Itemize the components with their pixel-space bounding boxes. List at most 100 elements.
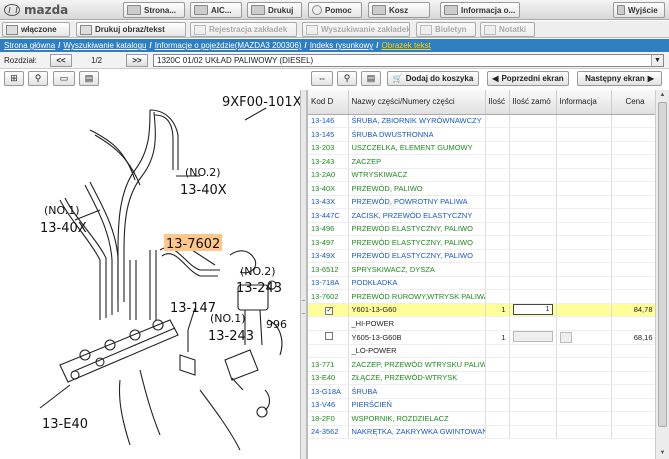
order-qty-input[interactable]: 1	[512, 304, 553, 316]
row-code[interactable]: 13-447C	[308, 208, 349, 223]
row-name[interactable]: _HI-POWER	[348, 316, 486, 331]
add-to-cart-button[interactable]: 🛒 Dodaj do koszyka	[387, 71, 479, 86]
label-996[interactable]: 996	[266, 318, 287, 331]
row-name[interactable]: ZACISK, PRZEWÓD ELASTYCZNY	[348, 208, 486, 223]
prev-section-button[interactable]: <<	[50, 54, 72, 67]
print-diagram-icon[interactable]: ▤	[79, 71, 99, 86]
col-price[interactable]: Cena	[611, 90, 657, 115]
table-row[interactable]: 13-146 ŚRUBA, ZBIORNIK WYRÓWNAWCZY	[308, 114, 657, 128]
row-name[interactable]: PRZEWÓD ELASTYCZNY, PALIWO	[348, 222, 486, 236]
parts-diagram[interactable]: 9XF00-101X (NO.2) 13-40X (NO.1) 13-40X 1…	[0, 90, 300, 459]
row-name[interactable]: ŚRUBA	[348, 384, 486, 399]
col-qty[interactable]: Ilość	[485, 90, 510, 115]
table-row[interactable]: 13-V46 PIERŚCIEŃ	[308, 398, 657, 412]
row-name[interactable]: PRZEWÓD ELASTYCZNY, PALIWO	[348, 235, 486, 250]
row-code[interactable]: 13-6512	[308, 262, 349, 277]
table-row[interactable]: 13-203 USZCZELKA, ELEMENT GUMOWY	[308, 141, 657, 155]
split-view-icon[interactable]: ⇔	[311, 71, 333, 86]
row-code[interactable]: 13-718A	[308, 276, 349, 290]
table-row[interactable]: 13-496 PRZEWÓD ELASTYCZNY, PALIWO	[308, 222, 657, 236]
row-name[interactable]: Y601-13-G60	[348, 303, 486, 317]
row-name[interactable]: ZACZEP	[348, 154, 486, 169]
table-row[interactable]: 13-7602 PRZEWÓD RUROWY,WTRYSK PALIWA	[308, 289, 657, 304]
order-qty-input[interactable]	[512, 330, 553, 342]
row-code[interactable]: 13-7602	[308, 289, 349, 304]
table-row[interactable]: 13-43X PRZEWÓD, POWROTNY PALIWA	[308, 195, 657, 209]
zoom-tool-icon[interactable]: ⚲	[28, 71, 48, 86]
label-13-e40[interactable]: 13-E40	[42, 417, 88, 432]
enabled-toggle-button[interactable]: włączone	[2, 22, 70, 37]
row-name[interactable]: PRZEWÓD RUROWY,WTRYSK PALIWA	[348, 289, 486, 304]
row-code[interactable]: 13-E40	[308, 371, 349, 385]
notes-button[interactable]: Notatki	[480, 22, 535, 37]
help-button[interactable]: Pomoc	[308, 2, 362, 18]
label-13-243-a[interactable]: 13-243	[236, 281, 282, 296]
table-row[interactable]: 13-G18A ŚRUBA	[308, 384, 657, 399]
breadcrumb-vehicle-info[interactable]: Informacje o pojeździe(MAZDA3 200306)	[155, 41, 302, 50]
table-row[interactable]: 13-718A PODKŁADKA	[308, 276, 657, 290]
row-code[interactable]: 13-497	[308, 235, 349, 250]
breadcrumb-illustration-index[interactable]: Indeks rysunkowy	[310, 41, 374, 50]
table-row[interactable]: 13-6512 SPRYSKIWACZ, DYSZA	[308, 262, 657, 277]
next-section-button[interactable]: >>	[126, 54, 148, 67]
row-name[interactable]: PIERŚCIEŃ	[348, 398, 486, 412]
aic-button[interactable]: AIC...	[190, 2, 242, 18]
scroll-up-icon[interactable]: ▲	[656, 90, 669, 101]
row-name[interactable]: PRZEWÓD ELASTYCZNY, PALIWO	[348, 249, 486, 263]
row-name[interactable]: WSPORNIK, ROZDZIELACZ	[348, 411, 486, 426]
table-row[interactable]: 13-447C ZACISK, PRZEWÓD ELASTYCZNY	[308, 208, 657, 223]
table-row[interactable]: 13-771 ZACZEP, PRZEWÓD WTRYSKU PALIWA	[308, 357, 657, 372]
row-name[interactable]: ŚRUBA, ZBIORNIK WYRÓWNAWCZY	[348, 114, 486, 128]
table-row[interactable]: 24-3562 NAKRĘTKA, ZAKRYWKA GWINTOWANA	[308, 425, 657, 439]
table-row[interactable]: 13-497 PRZEWÓD ELASTYCZNY, PALIWO	[308, 235, 657, 250]
row-code[interactable]: 13-771	[308, 357, 349, 372]
label-13-40x-a[interactable]: 13-40X	[180, 183, 227, 198]
row-code[interactable]: 13-146	[308, 114, 349, 128]
label-13-40x-b[interactable]: 13-40X	[40, 221, 87, 236]
next-screen-button[interactable]: Następny ekran ▶	[577, 71, 662, 86]
zoom-list-icon[interactable]: ⚲	[337, 71, 357, 86]
row-code[interactable]: 13-203	[308, 141, 349, 155]
prev-screen-button[interactable]: ◀ Poprzedni ekran	[487, 71, 569, 86]
strona-button[interactable]: Strona...	[123, 2, 185, 18]
table-row[interactable]: 13-145 ŚRUBA DWUSTRONNA	[308, 127, 657, 142]
row-name[interactable]: ZŁĄCZE, PRZEWÓD-WTRYSK	[348, 371, 486, 385]
row-name[interactable]: PRZEWÓD, PALIWO	[348, 181, 486, 196]
row-name[interactable]: ŚRUBA DWUSTRONNA	[348, 127, 486, 142]
row-code[interactable]: 13-G18A	[308, 384, 349, 399]
row-code[interactable]: 13-43X	[308, 195, 349, 209]
col-name[interactable]: Nazwy części/Numery części	[348, 90, 486, 115]
col-order-qty[interactable]: Ilość zamó	[509, 90, 557, 115]
breadcrumb-catalog-search[interactable]: Wyszukiwanie katalogu	[63, 41, 146, 50]
scroll-thumb[interactable]	[658, 102, 667, 427]
row-code[interactable]: 13-49X	[308, 249, 349, 263]
row-name[interactable]: _LO-POWER	[348, 344, 486, 358]
row-code[interactable]: 13-145	[308, 127, 349, 142]
row-code[interactable]: 24-3562	[308, 425, 349, 439]
table-row[interactable]: ✓ Y601-13-G60 1 1 84,78	[308, 303, 657, 317]
exit-button[interactable]: Wyjście	[613, 2, 665, 18]
table-row[interactable]: _HI-POWER	[308, 316, 657, 331]
scroll-down-icon[interactable]: ▼	[656, 448, 669, 459]
col-info[interactable]: Informacja	[556, 90, 612, 115]
row-name[interactable]: NAKRĘTKA, ZAKRYWKA GWINTOWANA	[348, 425, 486, 439]
table-scrollbar[interactable]: ▲ ▼	[655, 90, 669, 459]
table-row[interactable]: 13-E40 ZŁĄCZE, PRZEWÓD-WTRYSK	[308, 371, 657, 385]
label-13-243-b[interactable]: 13-243	[208, 329, 254, 344]
row-name[interactable]: USZCZELKA, ELEMENT GUMOWY	[348, 141, 486, 155]
row-name[interactable]: PRZEWÓD, POWROTNY PALIWA	[348, 195, 486, 209]
table-row[interactable]: _LO-POWER	[308, 344, 657, 358]
row-code[interactable]	[308, 344, 349, 358]
row-name[interactable]: WTRYSKIWACZ	[348, 168, 486, 182]
breadcrumb-home[interactable]: Strona główna	[4, 41, 55, 50]
table-row[interactable]: 13-2A0 WTRYSKIWACZ	[308, 168, 657, 182]
fit-view-icon[interactable]: ⊞	[4, 71, 24, 86]
section-select[interactable]: 1320C 01/02 UKŁAD PALIWOWY (DIESEL) ▼	[153, 54, 664, 67]
row-name[interactable]: PODKŁADKA	[348, 276, 486, 290]
row-checkbox[interactable]	[325, 332, 334, 340]
row-code[interactable]: 13-2A0	[308, 168, 349, 182]
label-13-7602-highlight[interactable]: 13-7602	[166, 237, 220, 252]
bookmark-register-button[interactable]: Rejestracja zakładek	[190, 22, 297, 37]
print-list-icon[interactable]: ▤	[361, 71, 381, 86]
table-row[interactable]: Y605-13-G60B 1 68,16	[308, 330, 657, 345]
